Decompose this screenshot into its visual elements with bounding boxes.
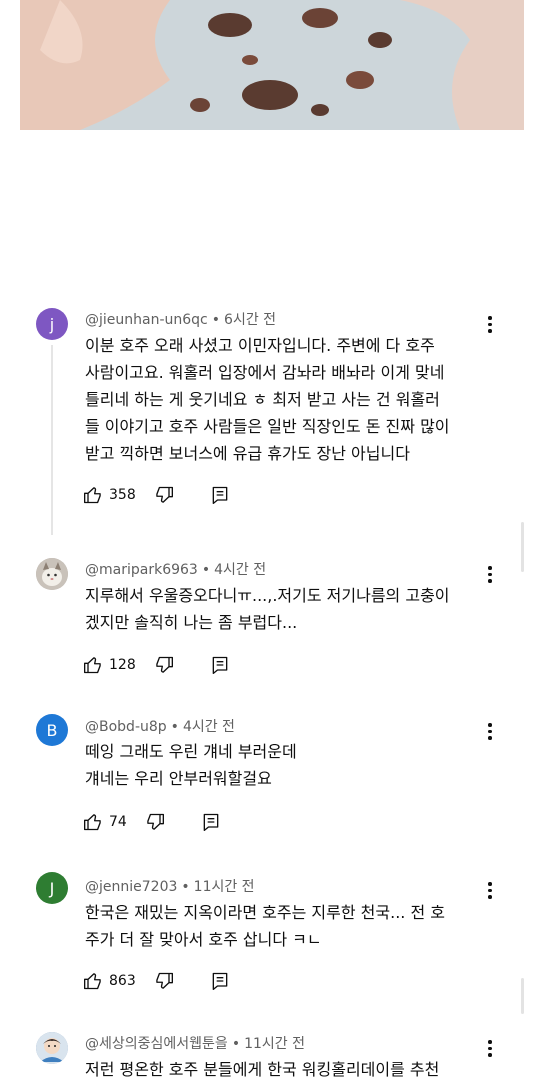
reply-button[interactable] [210,971,230,991]
separator-dot: • [201,562,211,578]
comment-line: 한국은 재밌는 지옥이라면 호주는 지루한 천국... 전 호 [85,903,445,922]
like-count: 128 [109,657,136,673]
dislike-button[interactable] [154,485,174,505]
comment-meta: @세상의중심에서웹툰을 • 11시간 전 [85,1033,305,1053]
comment-text: 저런 평온한 호주 분들에게 한국 워킹홀리데이를 추천 [85,1056,495,1083]
thumbs-up-icon [84,814,101,831]
separator-dot: • [170,719,179,735]
thumbs-down-icon [155,972,173,989]
comment-actions: 128 [83,653,230,677]
avatar[interactable]: B [36,714,68,746]
comment-actions: 863 [83,969,230,993]
thread-line [51,345,53,535]
separator-dot: • [181,879,190,895]
comment-line: 걔네는 우리 안부러워할걸요 [85,769,272,788]
comment-author[interactable]: @Bobd-u8p [85,719,167,735]
comment-meta: @maripark6963 • 4시간 전 [85,559,266,579]
scrollbar-mark[interactable] [521,978,524,1014]
avatar[interactable]: j [36,308,68,340]
comment-line: 주가 더 잘 맞아서 호주 삽니다 ㅋㄴ [85,930,322,949]
comment-line: 사람이고요. 워홀러 입장에서 감놔라 배놔라 이게 맞네 [85,363,445,382]
thumbs-down-icon [155,486,173,503]
dislike-button[interactable] [145,812,165,832]
comment-time[interactable]: 4시간 전 [183,719,235,735]
comment-text: 떼잉 그래도 우린 걔네 부러운데 걔네는 우리 안부러워할걸요 [85,738,495,792]
comment-line: 틀리네 하는 게 웃기네요 ㅎ 최저 받고 사는 건 워홀러 [85,390,440,409]
avatar-letter: J [49,878,55,898]
comment-author[interactable]: @jieunhan-un6qc [85,312,208,328]
scrollbar-mark[interactable] [521,522,524,572]
reply-icon [203,813,219,831]
comment-line: 이분 호주 오래 사셨고 이민자입니다. 주변에 다 호주 [85,336,435,355]
comment-meta: @jieunhan-un6qc • 6시간 전 [85,309,276,329]
cartoon-avatar-image [36,1032,68,1064]
like-count: 74 [109,814,127,830]
avatar-letter: B [46,720,58,740]
reply-button[interactable] [201,812,221,832]
avatar[interactable]: J [36,872,68,904]
comment-line: 지루해서 우울증오다니ㅠ...,.저기도 저기나름의 고충이 [85,586,450,605]
like-button[interactable]: 128 [83,655,154,675]
reply-button[interactable] [210,655,230,675]
comment-time[interactable]: 11시간 전 [194,879,255,895]
separator-dot: • [211,312,221,328]
comment-text: 지루해서 우울증오다니ㅠ...,.저기도 저기나름의 고충이 겠지만 솔직히 나… [85,582,495,636]
dislike-button[interactable] [154,655,174,675]
comment-line: 저런 평온한 호주 분들에게 한국 워킹홀리데이를 추천 [85,1060,440,1079]
comment-line: 들 이야기고 호주 사람들은 일반 직장인도 돈 진짜 많이 [85,417,450,436]
thumbs-down-icon [155,656,173,673]
reply-icon [212,972,228,990]
like-button[interactable]: 358 [83,485,154,505]
comment-meta: @Bobd-u8p • 4시간 전 [85,716,235,736]
comment-text: 한국은 재밌는 지옥이라면 호주는 지루한 천국... 전 호 주가 더 잘 맞… [85,899,495,953]
thumbs-up-icon [84,973,101,990]
cat-avatar-image [36,558,68,590]
comment-time[interactable]: 6시간 전 [224,312,276,328]
reply-button[interactable] [210,485,230,505]
avatar-letter: j [49,314,55,334]
comment-meta: @jennie7203 • 11시간 전 [85,876,255,896]
comment-author[interactable]: @세상의중심에서웹툰을 [85,1036,228,1052]
thumbs-up-icon [84,657,101,674]
dislike-button[interactable] [154,971,174,991]
thumbs-down-icon [147,813,164,830]
comment-line: 겠지만 솔직히 나는 좀 부럽다... [85,613,298,632]
like-button[interactable]: 863 [83,971,154,991]
like-count: 358 [109,487,136,503]
avatar[interactable] [36,558,68,590]
video-thumbnail[interactable] [20,0,524,130]
comment-line: 떼잉 그래도 우린 걔네 부러운데 [85,742,297,761]
comment-actions: 358 [83,483,230,507]
comment-time[interactable]: 11시간 전 [244,1036,305,1052]
like-count: 863 [109,973,136,989]
comment-actions: 74 [83,810,221,834]
reply-icon [212,656,228,674]
separator-dot: • [231,1036,241,1052]
thumbs-up-icon [84,487,101,504]
comment-text: 이분 호주 오래 사셨고 이민자입니다. 주변에 다 호주 사람이고요. 워홀러… [85,332,495,467]
video-thumbnail-image [20,0,524,130]
like-button[interactable]: 74 [83,812,145,832]
comment-author[interactable]: @maripark6963 [85,562,198,578]
comment-line: 받고 끽하면 보너스에 유급 휴가도 장난 아닙니다 [85,444,410,463]
reply-icon [212,486,228,504]
avatar[interactable] [36,1032,68,1064]
comment-time[interactable]: 4시간 전 [214,562,266,578]
comment-author[interactable]: @jennie7203 [85,879,177,895]
